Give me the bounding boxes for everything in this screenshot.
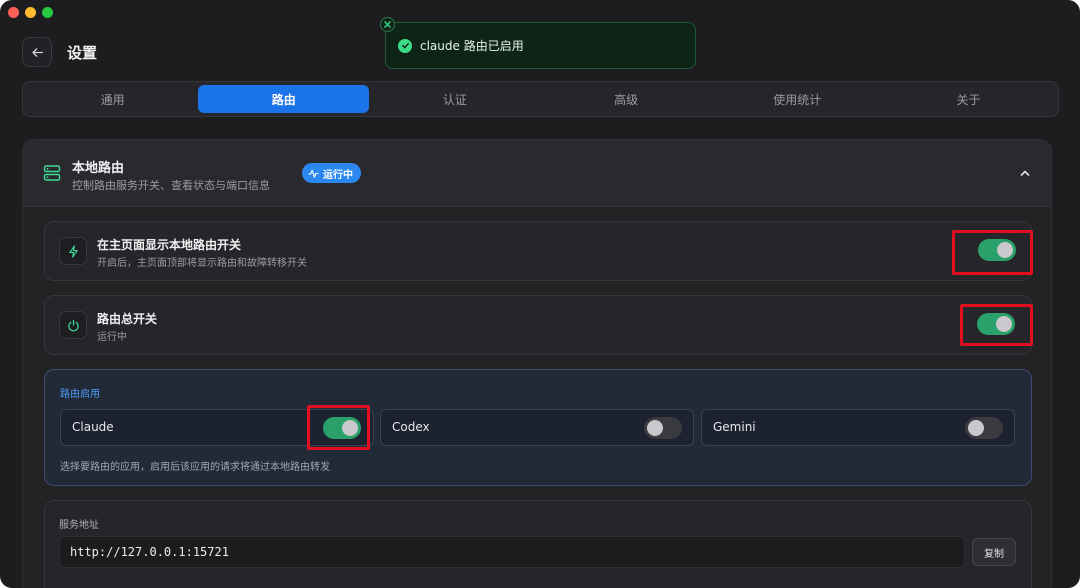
show-router-switch-description: 开启后，主页面顶部将显示路由和故障转移开关: [97, 258, 307, 269]
local-router-subtitle: 控制路由服务开关、查看状态与端口信息: [72, 179, 270, 192]
app-item-gemini[interactable]: Gemini: [701, 409, 1015, 446]
local-router-header[interactable]: 本地路由 控制路由服务开关、查看状态与端口信息 运行中: [23, 140, 1051, 207]
settings-tabs: 通用 路由 认证 高级 使用统计 关于: [22, 81, 1059, 117]
status-badge-label: 运行中: [323, 169, 353, 181]
arrow-left-icon: [31, 47, 43, 57]
highlight-box: [960, 304, 1033, 346]
window-minimize-button[interactable]: [25, 7, 36, 18]
check-circle-icon: [398, 38, 412, 53]
toast-message: claude 路由已启用: [420, 39, 524, 53]
local-router-title: 本地路由: [72, 161, 125, 176]
page-title: 设置: [67, 44, 98, 62]
tab-auth[interactable]: 认证: [369, 85, 540, 113]
tab-general[interactable]: 通用: [27, 85, 198, 113]
router-apps-panel: 路由启用 Claude Codex Gemini 选择要路由的应用，启用后该应用…: [44, 369, 1032, 486]
master-switch-title: 路由总开关: [97, 312, 158, 326]
toast-notification: claude 路由已启用: [385, 22, 696, 69]
settings-window: 设置 claude 路由已启用 通用 路由 认证 高级 使用统计 关于 本地路由…: [0, 0, 1080, 588]
service-address-field[interactable]: http://127.0.0.1:15721: [59, 536, 965, 568]
app-item-codex[interactable]: Codex: [380, 409, 694, 446]
power-icon: [59, 311, 87, 339]
back-button[interactable]: [22, 37, 52, 67]
local-router-card: 本地路由 控制路由服务开关、查看状态与端口信息 运行中 在主页面显示本地路由开关…: [22, 139, 1052, 588]
app-name: Codex: [392, 420, 430, 434]
activity-icon: [308, 169, 319, 178]
tab-usage-stats[interactable]: 使用统计: [712, 85, 883, 113]
server-icon: [43, 165, 61, 181]
tab-routing[interactable]: 路由: [198, 85, 370, 113]
window-controls: [8, 7, 53, 18]
master-switch-description: 运行中: [97, 332, 127, 343]
tab-advanced[interactable]: 高级: [541, 85, 712, 113]
app-name: Claude: [72, 420, 114, 434]
router-apps-label: 路由启用: [60, 389, 100, 400]
app-item-claude[interactable]: Claude: [60, 405, 374, 450]
router-apps-hint: 选择要路由的应用，启用后该应用的请求将通过本地路由转发: [60, 462, 330, 473]
tab-about[interactable]: 关于: [883, 85, 1054, 113]
codex-toggle[interactable]: [644, 417, 682, 439]
status-badge: 运行中: [302, 163, 361, 183]
highlight-box: [952, 230, 1033, 275]
gemini-toggle[interactable]: [965, 417, 1003, 439]
toast-close-button[interactable]: [380, 17, 395, 32]
window-close-button[interactable]: [8, 7, 19, 18]
show-router-switch-title: 在主页面显示本地路由开关: [97, 238, 242, 252]
app-name: Gemini: [713, 420, 756, 434]
close-icon: [384, 21, 391, 28]
service-address-panel: 服务地址 http://127.0.0.1:15721 复制: [44, 500, 1032, 588]
chevron-up-icon[interactable]: [1019, 167, 1031, 179]
copy-button[interactable]: 复制: [972, 538, 1016, 566]
service-address-label: 服务地址: [59, 520, 99, 531]
show-router-switch-row: 在主页面显示本地路由开关 开启后，主页面顶部将显示路由和故障转移开关: [44, 221, 1033, 281]
window-zoom-button[interactable]: [42, 7, 53, 18]
master-switch-row: 路由总开关 运行中: [44, 295, 1033, 355]
zap-icon: [59, 237, 87, 265]
highlight-box: [307, 405, 370, 450]
